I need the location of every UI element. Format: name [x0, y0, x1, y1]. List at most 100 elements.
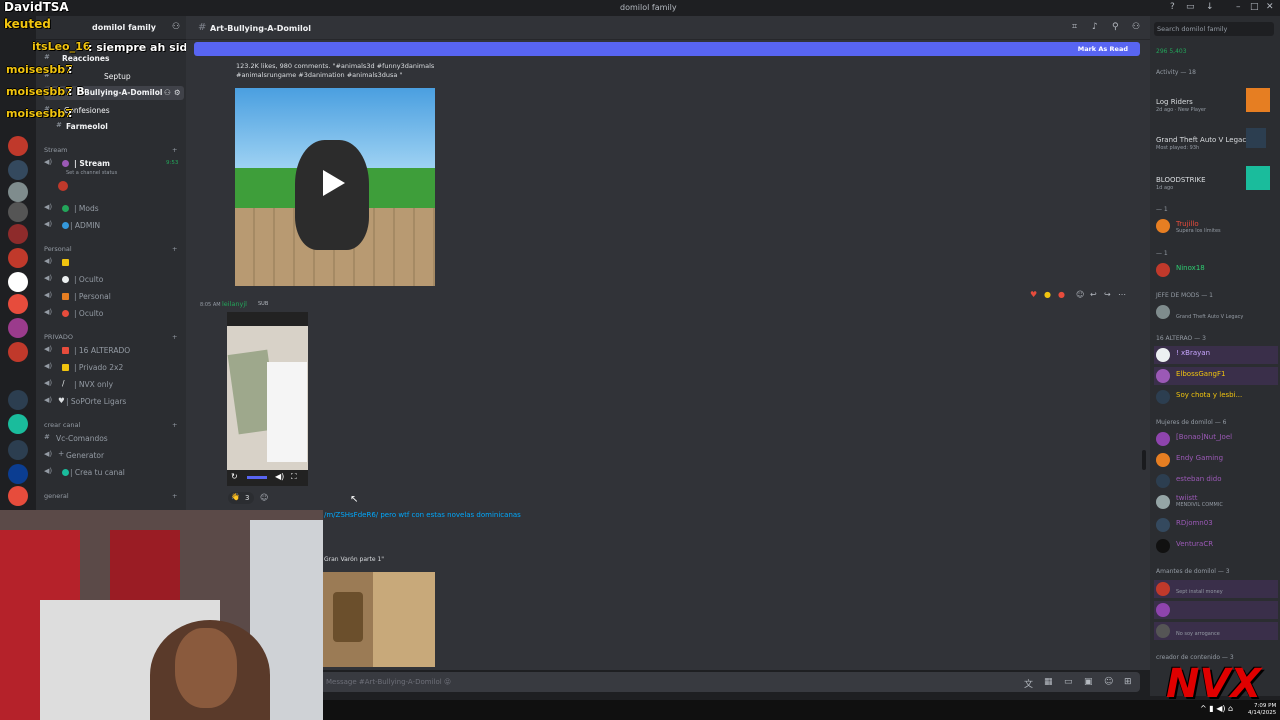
member-item[interactable]: No soy arrogance [1154, 622, 1278, 640]
add-reaction-icon[interactable]: ☺ [1076, 290, 1084, 299]
member-item[interactable]: Sept install money [1154, 580, 1278, 598]
progress-bar[interactable] [247, 476, 267, 479]
bell-icon[interactable]: ♪ [1092, 22, 1098, 32]
close-icon[interactable]: ✕ [1266, 2, 1274, 12]
voice-channel[interactable]: ◀) [44, 256, 184, 270]
server-icon[interactable] [8, 224, 28, 244]
video-embed-2[interactable]: ↻ ◀) ⛶ [227, 312, 308, 486]
activity-item[interactable]: BLOODSTRIKE 1d ago [1154, 166, 1278, 191]
new-messages-bar[interactable]: Mark As Read [194, 42, 1140, 56]
member-item[interactable]: [Bonao]Nut_Joel [1154, 430, 1278, 448]
more-icon[interactable]: ⋯ [1118, 290, 1126, 299]
maximize-icon[interactable]: □ [1250, 2, 1259, 12]
member-item[interactable]: ElbossGangF1 [1154, 367, 1278, 385]
emoji-reaction-icon[interactable]: ● [1044, 290, 1051, 299]
message-author[interactable]: leilanyjl [222, 300, 247, 308]
add-member-icon[interactable]: ⚇ [172, 22, 180, 32]
member-item[interactable]: ! xBrayan [1154, 346, 1278, 364]
member-item[interactable]: Grand Theft Auto V Legacy [1154, 303, 1278, 321]
server-icon[interactable] [8, 414, 28, 434]
voice-channel-generator[interactable]: ◀) + Generator [44, 449, 184, 463]
message-composer[interactable]: Message #Art-Bullying-A-Domilol 😝 [320, 672, 1140, 692]
scrollbar[interactable] [1142, 450, 1146, 470]
voice-channel-mods[interactable]: ◀) | Mods [44, 202, 184, 216]
server-icon[interactable] [8, 182, 28, 202]
member-item[interactable]: twiistt MENDIVIL COMMIC [1154, 493, 1278, 511]
system-tray-icons[interactable]: ^ ▮ ◀) ⌂ [1200, 704, 1233, 713]
heart-reaction-icon[interactable]: ♥ [1030, 290, 1037, 299]
voice-channel-personal[interactable]: ◀) | Personal [44, 290, 184, 304]
member-item[interactable]: Soy chota y lesbi... [1154, 388, 1278, 406]
voice-channel-soporte[interactable]: ◀) ♥ | SoPOrte Ligars [44, 395, 184, 409]
voice-channel-oculto[interactable]: ◀) | Oculto [44, 273, 184, 287]
member-item[interactable]: esteban dido [1154, 472, 1278, 490]
reaction-chip[interactable]: 👋 3 [228, 492, 254, 504]
server-icon[interactable] [8, 486, 28, 506]
play-icon[interactable] [323, 170, 345, 196]
member-item[interactable] [1154, 601, 1278, 619]
download-icon[interactable]: ↓ [1206, 2, 1214, 12]
sticker-icon[interactable]: ▣ [1084, 677, 1093, 687]
server-icon[interactable] [8, 136, 28, 156]
reply-icon[interactable]: ↩ [1090, 290, 1097, 299]
voice-user-avatar[interactable] [58, 181, 68, 191]
add-channel-icon[interactable]: + [172, 421, 177, 429]
category-stream[interactable]: Stream + [44, 146, 184, 154]
activity-item[interactable]: Log Riders 2d ago · New Player [1154, 88, 1278, 113]
threads-icon[interactable]: ⌗ [1072, 22, 1077, 32]
pin-icon[interactable]: ⚲ [1112, 22, 1119, 32]
gift-icon[interactable]: ▦ [1044, 677, 1053, 687]
member-search-input[interactable]: Search domilol family [1154, 22, 1274, 36]
channel-vc-comandos[interactable]: # Vc-Comandos [44, 432, 184, 446]
add-channel-icon[interactable]: + [172, 146, 177, 154]
mark-as-read-button[interactable]: Mark As Read [1078, 45, 1128, 53]
member-item[interactable]: Endy Gaming [1154, 451, 1278, 469]
category-general[interactable]: general + [44, 492, 184, 500]
embed-thumbnail[interactable] [323, 572, 435, 667]
add-channel-icon[interactable]: + [172, 333, 177, 341]
gear-icon[interactable]: ⚙ [174, 88, 181, 97]
member-item[interactable]: Ninox18 [1154, 261, 1278, 279]
server-icon[interactable] [8, 390, 28, 410]
taskbar-clock[interactable]: 7:09 PM 4/14/2025 [1248, 703, 1276, 717]
add-reaction-icon[interactable]: ☺ [260, 493, 268, 502]
server-header[interactable]: domilol family ⚇ [36, 16, 186, 40]
voice-channel-oculto-2[interactable]: ◀) | Oculto [44, 307, 184, 321]
video-embed[interactable] [235, 88, 435, 286]
activity-item[interactable]: Grand Theft Auto V Legacy Most played: 93… [1154, 126, 1278, 151]
message-link[interactable]: /m/ZSHsFdeR6/ pero wtf con estas novelas… [324, 511, 521, 519]
server-icon[interactable] [8, 202, 28, 222]
minimize-icon[interactable]: – [1236, 2, 1241, 12]
gif-icon[interactable]: ▭ [1064, 677, 1073, 687]
translate-icon[interactable]: 文 [1024, 677, 1033, 690]
volume-icon[interactable]: ◀) [275, 472, 284, 481]
server-icon[interactable] [8, 440, 28, 460]
add-channel-icon[interactable]: + [172, 245, 177, 253]
inbox-icon[interactable]: ▭ [1186, 2, 1195, 12]
member-item[interactable]: VenturaCR [1154, 537, 1278, 555]
server-icon[interactable] [8, 248, 28, 268]
help-icon[interactable]: ? [1170, 2, 1175, 12]
replay-icon[interactable]: ↻ [231, 472, 238, 481]
add-channel-icon[interactable]: + [172, 492, 177, 500]
server-icon[interactable] [8, 464, 28, 484]
channel-farmeolol[interactable]: # Farmeolol [44, 120, 184, 134]
fullscreen-icon[interactable]: ⛶ [291, 472, 297, 482]
voice-channel-admin[interactable]: ◀) | ADMIN [44, 219, 184, 233]
member-item[interactable]: RDjomn03 [1154, 516, 1278, 534]
category-personal[interactable]: Personal + [44, 245, 184, 253]
voice-channel-16-alterado[interactable]: ◀) | 16 ALTERADO [44, 344, 184, 358]
voice-channel-nvx-only[interactable]: ◀) / | NVX only [44, 378, 184, 392]
emoji-icon[interactable]: ☺ [1104, 677, 1113, 687]
server-icon[interactable] [8, 160, 28, 180]
server-icon[interactable] [8, 318, 28, 338]
server-icon[interactable] [8, 272, 28, 292]
voice-channel-crea-tu-canal[interactable]: ◀) | Crea tu canal [44, 466, 184, 480]
category-privado[interactable]: PRIVADO + [44, 333, 184, 341]
invite-icon[interactable]: ⚇ [164, 88, 171, 97]
voice-channel-privado-2x2[interactable]: ◀) | Privado 2x2 [44, 361, 184, 375]
member-item[interactable]: Trujillo Supera los límites [1154, 217, 1278, 235]
server-icon[interactable] [8, 342, 28, 362]
embed-title[interactable]: Gran Varón parte 1" [324, 556, 384, 563]
apps-icon[interactable]: ⊞ [1124, 677, 1132, 687]
